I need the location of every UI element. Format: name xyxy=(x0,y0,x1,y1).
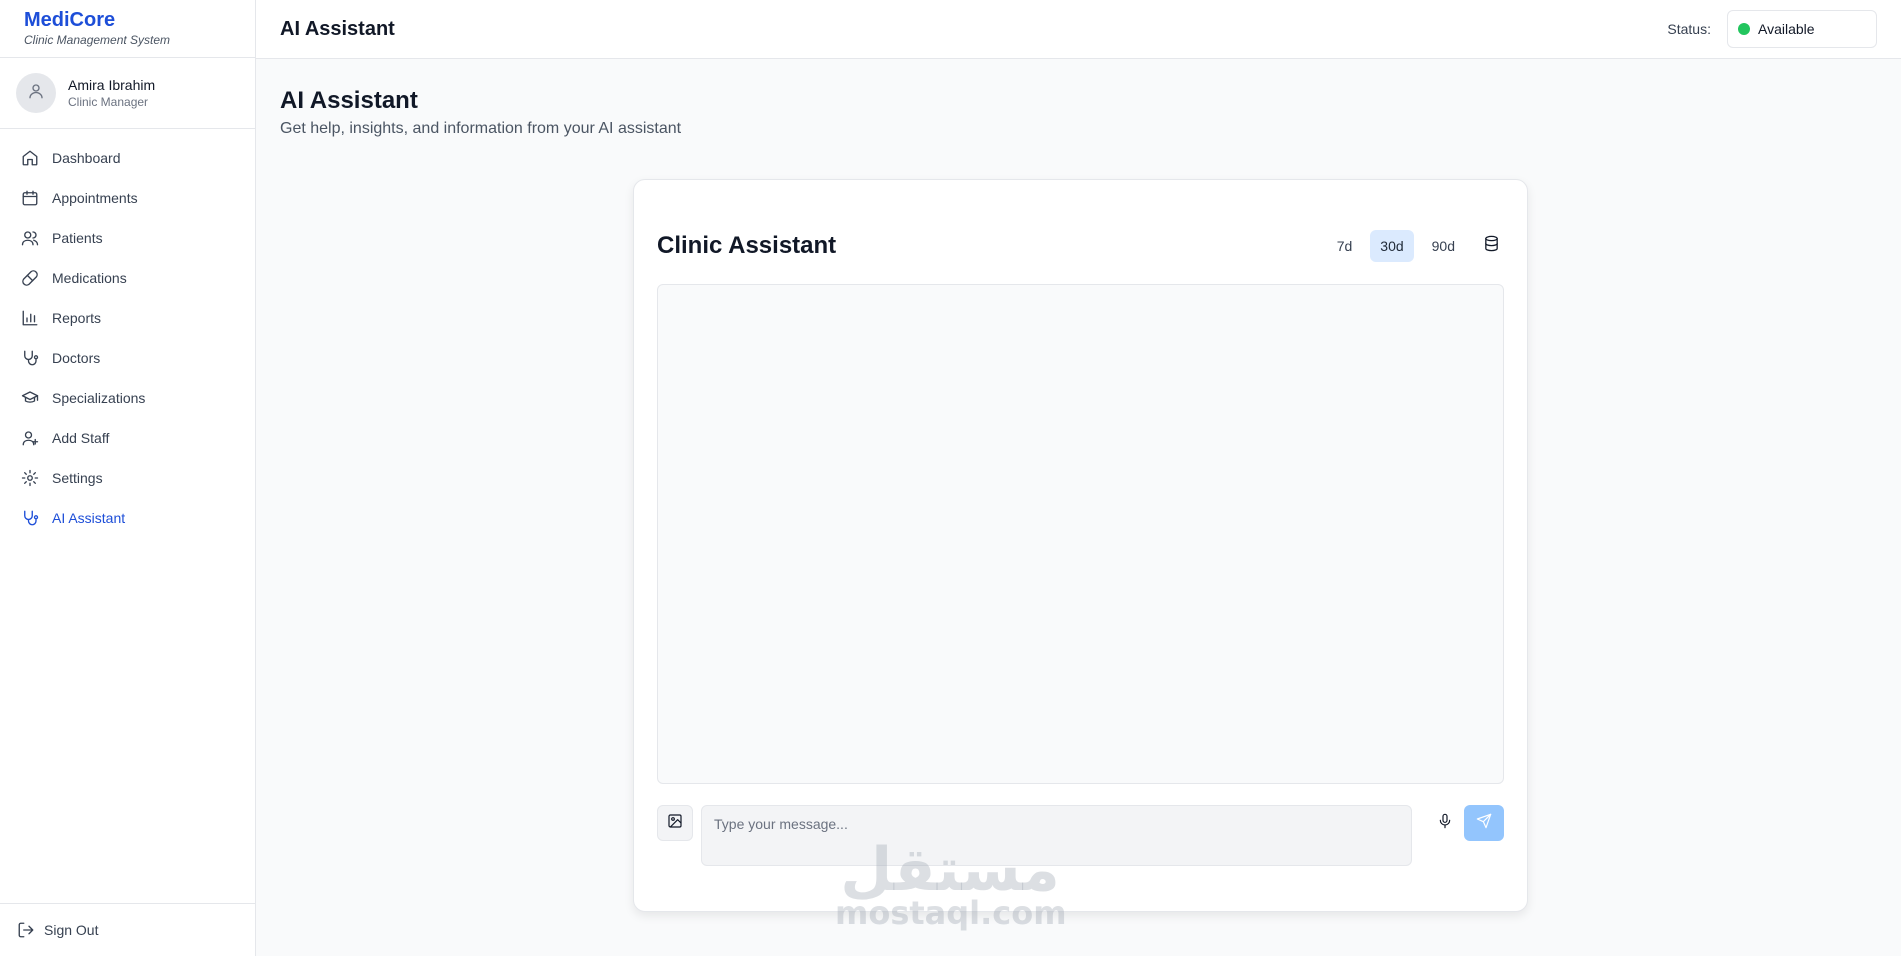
send-button[interactable] xyxy=(1464,805,1504,841)
bar-chart-icon xyxy=(20,308,40,328)
page-title: AI Assistant xyxy=(280,87,418,114)
pill-icon xyxy=(20,268,40,288)
graduation-cap-icon xyxy=(20,388,40,408)
user-role: Clinic Manager xyxy=(68,95,149,109)
send-icon xyxy=(1476,813,1492,834)
status-dot-icon xyxy=(1738,23,1750,35)
calendar-icon xyxy=(20,188,40,208)
message-input[interactable] xyxy=(701,805,1412,866)
image-icon xyxy=(667,813,683,834)
sidebar-item-medications[interactable]: Medications xyxy=(0,258,255,298)
microphone-button[interactable] xyxy=(1427,805,1463,841)
logout-icon xyxy=(16,920,36,940)
sidebar-item-appointments[interactable]: Appointments xyxy=(0,178,255,218)
avatar xyxy=(16,73,56,113)
user-icon xyxy=(27,82,45,105)
user-name: Amira Ibrahim xyxy=(68,77,156,93)
sidebar-item-dashboard[interactable]: Dashboard xyxy=(0,138,255,178)
sidebar-item-label: Reports xyxy=(52,310,102,326)
range-90d-button[interactable]: 90d xyxy=(1422,230,1465,262)
range-30d-button[interactable]: 30d xyxy=(1370,230,1414,262)
sidebar-item-label: Appointments xyxy=(52,190,138,206)
sidebar-item-add-staff[interactable]: Add Staff xyxy=(0,418,255,458)
status-value: Available xyxy=(1758,21,1815,37)
brand-subtitle: Clinic Management System xyxy=(24,33,171,47)
sidebar-item-label: Dashboard xyxy=(52,150,121,166)
user-plus-icon xyxy=(20,428,40,448)
header-title: AI Assistant xyxy=(280,17,395,40)
stethoscope-icon xyxy=(20,508,40,528)
sidebar-item-label: Patients xyxy=(52,230,103,246)
top-bar: AI Assistant Status: Available xyxy=(256,0,1901,59)
assistant-card: Clinic Assistant 7d 30d 90d xyxy=(633,179,1528,912)
sign-out-button[interactable]: Sign Out xyxy=(0,903,255,956)
microphone-icon xyxy=(1437,813,1453,834)
brand: MediCore Clinic Management System xyxy=(0,0,255,58)
sidebar-item-label: Doctors xyxy=(52,350,101,366)
stethoscope-icon xyxy=(20,348,40,368)
sidebar-nav: Dashboard Appointments Patients Medicati… xyxy=(0,129,255,538)
home-icon xyxy=(20,148,40,168)
sidebar: MediCore Clinic Management System Amira … xyxy=(0,0,256,956)
attach-image-button[interactable] xyxy=(657,805,693,841)
message-composer xyxy=(657,805,1504,867)
range-7d-button[interactable]: 7d xyxy=(1327,230,1363,262)
status-select[interactable]: Available xyxy=(1727,10,1877,48)
sidebar-item-label: AI Assistant xyxy=(52,510,126,526)
status-label: Status: xyxy=(1667,21,1711,37)
brand-name[interactable]: MediCore xyxy=(24,8,231,32)
page-header: AI Assistant Get help, insights, and inf… xyxy=(280,86,681,140)
sign-out-label: Sign Out xyxy=(44,922,99,938)
sidebar-item-doctors[interactable]: Doctors xyxy=(0,338,255,378)
sidebar-item-reports[interactable]: Reports xyxy=(0,298,255,338)
sidebar-item-ai-assistant[interactable]: AI Assistant xyxy=(0,498,255,538)
database-icon xyxy=(1483,235,1500,257)
chat-messages-area[interactable] xyxy=(657,284,1504,784)
sidebar-item-label: Medications xyxy=(52,270,127,286)
range-selector: 7d 30d 90d xyxy=(1319,230,1507,262)
status-control: Status: Available xyxy=(1667,10,1877,48)
page-subtitle: Get help, insights, and information from… xyxy=(280,120,682,137)
assistant-title: Clinic Assistant xyxy=(657,232,837,259)
sidebar-item-settings[interactable]: Settings xyxy=(0,458,255,498)
sidebar-item-label: Settings xyxy=(52,470,103,486)
sidebar-item-label: Add Staff xyxy=(52,430,110,446)
sidebar-item-label: Specializations xyxy=(52,390,146,406)
sidebar-item-specializations[interactable]: Specializations xyxy=(0,378,255,418)
database-button[interactable] xyxy=(1475,230,1507,262)
user-profile: Amira Ibrahim Clinic Manager xyxy=(0,58,255,129)
users-icon xyxy=(20,228,40,248)
sidebar-item-patients[interactable]: Patients xyxy=(0,218,255,258)
gear-icon xyxy=(20,468,40,488)
